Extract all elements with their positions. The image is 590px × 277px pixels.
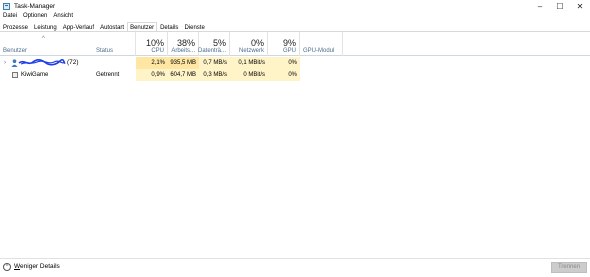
column-gpu[interactable]: 9% GPU xyxy=(268,32,300,56)
less-details-link[interactable]: Weniger Details xyxy=(14,263,60,270)
gpu-total: 9% xyxy=(282,38,296,48)
user-icon xyxy=(11,59,18,67)
window-title: Task-Manager xyxy=(14,2,56,10)
disk-total: 5% xyxy=(212,38,226,48)
user-network: 0,1 MBit/s xyxy=(230,57,268,69)
user-cpu: 2,1% xyxy=(136,57,168,69)
footer: ^ Weniger Details Trennen xyxy=(0,259,590,277)
app-network: 0 MBit/s xyxy=(230,69,268,81)
menu-view[interactable]: Ansicht xyxy=(50,12,76,21)
minimize-button[interactable]: – xyxy=(530,0,550,12)
menu-bar: Datei Optionen Ansicht xyxy=(0,12,76,21)
column-network-label: Netzwerk xyxy=(238,48,264,54)
user-process-count: (72) xyxy=(67,59,79,66)
redacted-username-scribble xyxy=(18,59,66,66)
app-icon xyxy=(12,72,18,78)
user-memory: 935,5 MB xyxy=(168,57,199,69)
sort-up-icon: ^ xyxy=(42,36,45,42)
app-name: KiwiGame xyxy=(21,72,49,78)
window-controls: – ☐ ✕ xyxy=(530,0,590,12)
cpu-total: 10% xyxy=(145,38,164,48)
column-disk-label: Datenträ... xyxy=(197,48,226,54)
user-status xyxy=(96,57,136,69)
table-row[interactable]: KiwiGame Getrennt 0,9% 604,7 MB 0,3 MB/s… xyxy=(0,69,590,81)
column-cpu-label: CPU xyxy=(151,48,164,54)
table-row[interactable]: › (72) 2,1% 935,5 MB 0,7 MB/s 0,1 MBit/s… xyxy=(0,57,590,69)
chevron-up-icon[interactable]: ^ xyxy=(3,263,11,271)
expand-icon[interactable]: › xyxy=(4,57,6,69)
maximize-button[interactable]: ☐ xyxy=(550,0,570,12)
app-gpu: 0% xyxy=(268,69,300,81)
app-disk: 0,3 MB/s xyxy=(199,69,230,81)
column-status[interactable]: Status xyxy=(93,32,136,56)
task-manager-icon xyxy=(3,2,10,10)
column-disk[interactable]: 5% Datenträ... xyxy=(197,32,230,56)
user-gpu: 0% xyxy=(268,57,300,69)
table-header: ^ Benutzer Status 10% CPU 38% Arbeits...… xyxy=(0,32,590,56)
close-button[interactable]: ✕ xyxy=(570,0,590,12)
app-cpu: 0,9% xyxy=(136,69,168,81)
column-gpu-engine[interactable]: GPU-Modul xyxy=(300,32,343,56)
app-status: Getrennt xyxy=(96,72,120,78)
column-status-label: Status xyxy=(96,48,114,54)
column-gpu-engine-label: GPU-Modul xyxy=(303,48,335,54)
network-total: 0% xyxy=(250,38,264,48)
users-table: ^ Benutzer Status 10% CPU 38% Arbeits...… xyxy=(0,32,590,81)
column-network[interactable]: 0% Netzwerk xyxy=(230,32,268,56)
disconnect-button[interactable]: Trennen xyxy=(551,262,587,273)
column-cpu[interactable]: 10% CPU xyxy=(136,32,168,56)
memory-total: 38% xyxy=(176,38,195,48)
user-disk: 0,7 MB/s xyxy=(199,57,230,69)
column-user[interactable]: ^ Benutzer xyxy=(0,32,93,56)
column-gpu-label: GPU xyxy=(282,48,296,54)
menu-options[interactable]: Optionen xyxy=(20,12,50,21)
column-memory-label: Arbeits... xyxy=(171,48,195,54)
column-user-label: Benutzer xyxy=(3,48,28,54)
app-memory: 604,7 MB xyxy=(168,69,199,81)
menu-file[interactable]: Datei xyxy=(0,12,20,21)
column-memory[interactable]: 38% Arbeits... xyxy=(168,32,199,56)
title-bar: Task-Manager – ☐ ✕ xyxy=(0,0,590,12)
